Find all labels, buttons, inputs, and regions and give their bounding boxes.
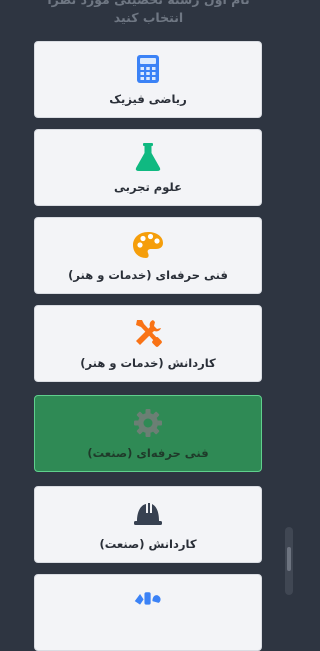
field-card-kardanesh-industry[interactable]: کاردانش (صنعت) bbox=[34, 486, 262, 563]
scrollbar-thumb[interactable] bbox=[287, 547, 291, 571]
calculator-icon bbox=[133, 54, 163, 84]
field-label: ریاضی فیزیک bbox=[109, 92, 187, 106]
art-tools-icon bbox=[133, 587, 163, 617]
instruction-line-2: انتخاب کنید bbox=[113, 10, 184, 25]
field-card-experimental-sciences[interactable]: علوم تجربی bbox=[34, 129, 262, 206]
field-card-additional[interactable] bbox=[34, 574, 262, 651]
field-card-math-physics[interactable]: ریاضی فیزیک bbox=[34, 41, 262, 118]
hardhat-icon bbox=[133, 499, 163, 529]
field-label: کاردانش (صنعت) bbox=[99, 537, 197, 551]
field-label: فنی حرفه‌ای (صنعت) bbox=[87, 446, 209, 460]
page-instruction: نام اول رشته تحصیلی مورد نظرا انتخاب کنی… bbox=[0, 0, 297, 27]
field-label: فنی حرفه‌ای (خدمات و هنر) bbox=[68, 268, 228, 282]
tools-icon bbox=[133, 318, 163, 348]
palette-icon bbox=[133, 230, 163, 260]
field-label: کاردانش (خدمات و هنر) bbox=[80, 356, 216, 370]
field-card-vocational-services-art[interactable]: فنی حرفه‌ای (خدمات و هنر) bbox=[34, 217, 262, 294]
flask-icon bbox=[133, 142, 163, 172]
field-card-vocational-industry[interactable]: فنی حرفه‌ای (صنعت) bbox=[34, 395, 262, 472]
gear-icon bbox=[133, 408, 163, 438]
field-card-kardanesh-services-art[interactable]: کاردانش (خدمات و هنر) bbox=[34, 305, 262, 382]
field-label: علوم تجربی bbox=[114, 180, 182, 194]
scrollbar[interactable] bbox=[285, 527, 293, 595]
instruction-line-1: نام اول رشته تحصیلی مورد نظرا bbox=[0, 0, 297, 9]
